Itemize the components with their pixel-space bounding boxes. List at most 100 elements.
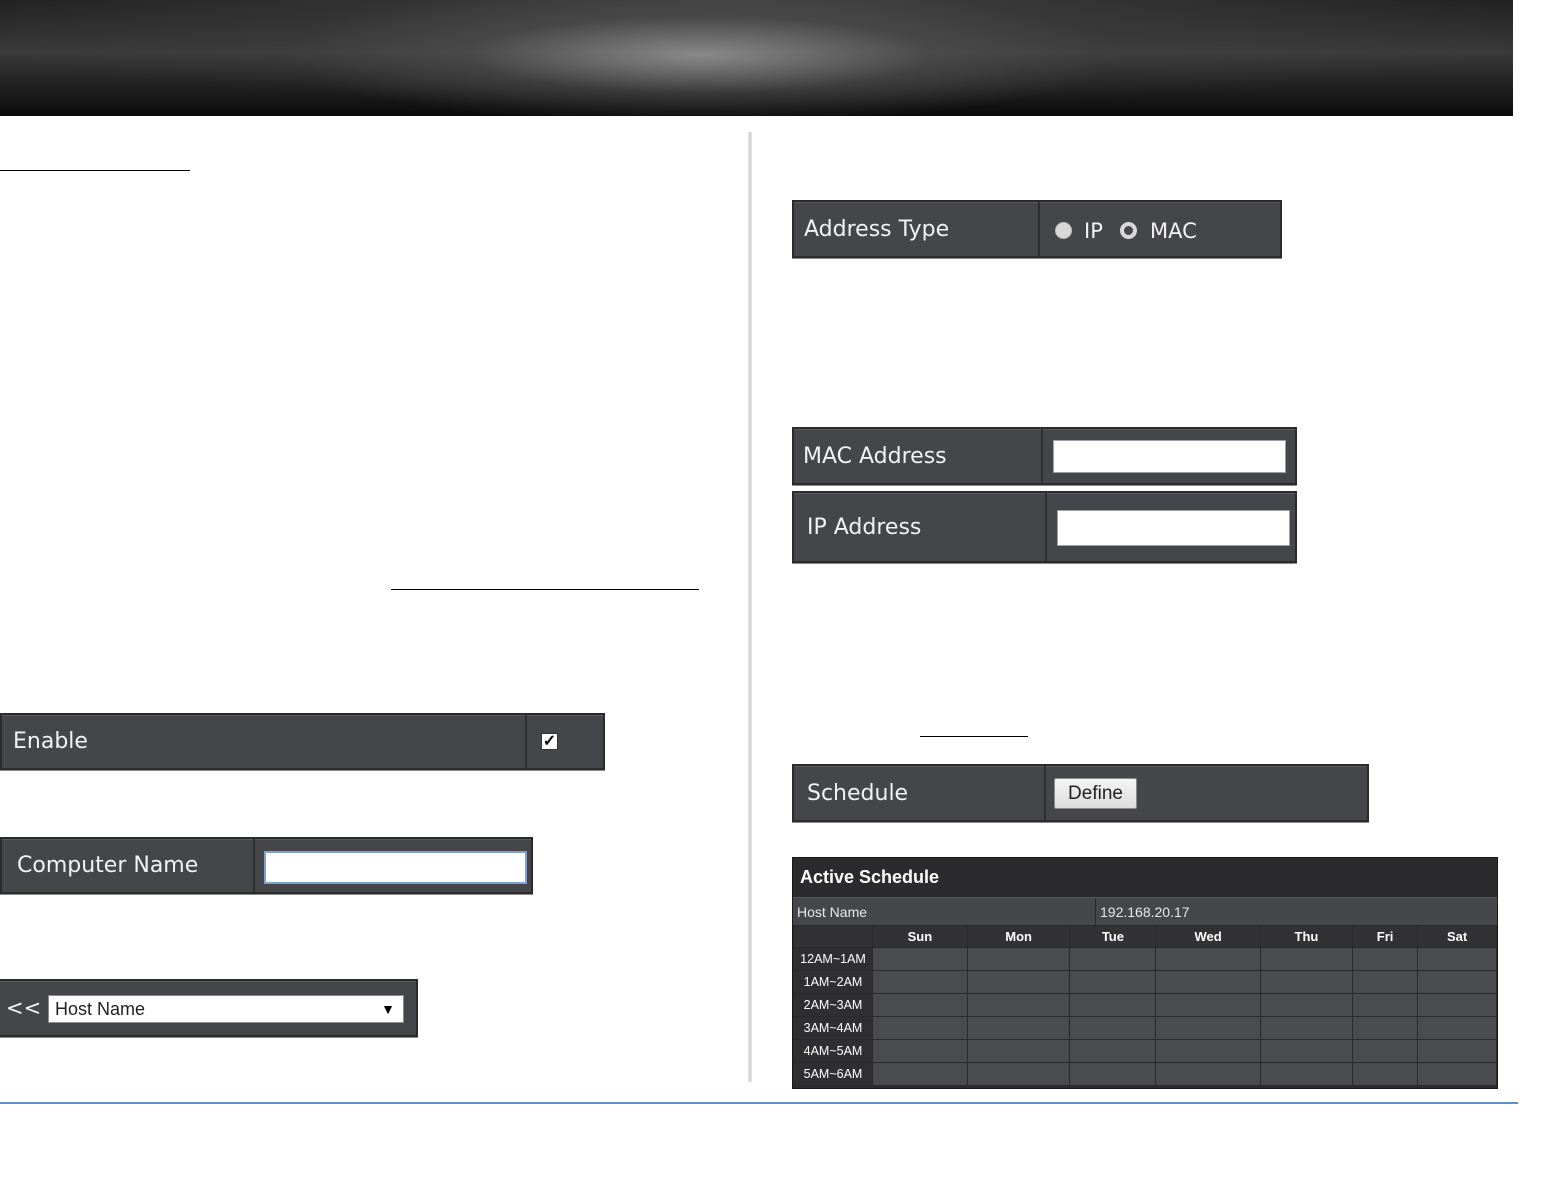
schedule-cell[interactable] [1155, 970, 1261, 994]
host-name-label: Host Name [797, 904, 868, 920]
radio-mac[interactable] [1120, 222, 1137, 239]
host-name-value: 192.168.20.17 [1100, 904, 1190, 920]
ip-address-row: IP Address [792, 491, 1297, 563]
day-header-thu: Thu [1259, 925, 1353, 948]
radio-ip[interactable] [1055, 222, 1072, 239]
mac-address-label: MAC Address [803, 443, 947, 469]
schedule-row: 3AM~4AM [793, 1016, 1497, 1040]
schedule-cell[interactable] [1351, 993, 1419, 1017]
header-banner [0, 0, 1513, 116]
schedule-cell[interactable] [1069, 947, 1157, 971]
schedule-cell[interactable] [1069, 1039, 1157, 1063]
schedule-label: Schedule [807, 780, 909, 806]
ip-address-label: IP Address [807, 514, 922, 540]
schedule-cell[interactable] [872, 1016, 968, 1040]
time-slot-label: 2AM~3AM [793, 993, 873, 1017]
time-slot-label: 3AM~4AM [793, 1016, 873, 1040]
schedule-cell[interactable] [1155, 1016, 1261, 1040]
schedule-cell[interactable] [1417, 993, 1497, 1017]
time-slot-label: 5AM~6AM [793, 1062, 873, 1086]
day-header-sun: Sun [872, 925, 968, 948]
schedule-cell[interactable] [1259, 970, 1353, 994]
corner-cell [793, 925, 873, 948]
time-slot-label: 1AM~2AM [793, 970, 873, 994]
schedule-row: 12AM~1AM [793, 947, 1497, 971]
schedule-cell[interactable] [1259, 993, 1353, 1017]
schedule-cell[interactable] [966, 947, 1071, 971]
schedule-cell[interactable] [1155, 1062, 1261, 1086]
schedule-row: 1AM~2AM [793, 970, 1497, 994]
schedule-cell[interactable] [872, 970, 968, 994]
schedule-cell[interactable] [1351, 1039, 1419, 1063]
day-header-fri: Fri [1351, 925, 1419, 948]
computer-name-label: Computer Name [17, 853, 199, 878]
schedule-cell[interactable] [1069, 1016, 1157, 1040]
schedule-cell[interactable] [1351, 947, 1419, 971]
define-button[interactable]: Define [1054, 778, 1137, 809]
schedule-cell[interactable] [1417, 970, 1497, 994]
schedule-cell[interactable] [1069, 1062, 1157, 1086]
column-divider [748, 132, 752, 1082]
schedule-cell[interactable] [1417, 947, 1497, 971]
host-select-prefix[interactable]: << [6, 981, 41, 1035]
computer-name-row: Computer Name [0, 837, 533, 894]
day-header-mon: Mon [966, 925, 1071, 948]
schedule-cell[interactable] [1259, 1016, 1353, 1040]
link-underline-right [920, 736, 1028, 737]
schedule-cell[interactable] [872, 993, 968, 1017]
schedule-cell[interactable] [966, 1062, 1071, 1086]
enable-label: Enable [13, 729, 88, 754]
schedule-row: 5AM~6AM [793, 1062, 1497, 1086]
ip-address-input[interactable] [1057, 510, 1290, 546]
schedule-cell[interactable] [872, 947, 968, 971]
schedule-cell[interactable] [1155, 1039, 1261, 1063]
schedule-cell[interactable] [1351, 1016, 1419, 1040]
time-slot-label: 4AM~5AM [793, 1039, 873, 1063]
host-name-select[interactable]: Host Name ▼ [48, 995, 404, 1023]
schedule-cell[interactable] [1351, 1062, 1419, 1086]
schedule-cell[interactable] [1417, 1062, 1497, 1086]
schedule-row: Schedule Define [792, 764, 1369, 822]
active-schedule-table: Active Schedule Host Name 192.168.20.17 … [792, 857, 1498, 1089]
enable-checkbox[interactable]: ✓ [541, 733, 558, 750]
chevron-down-icon: ▼ [381, 1001, 395, 1017]
schedule-cell[interactable] [966, 1039, 1071, 1063]
schedule-cell[interactable] [966, 1016, 1071, 1040]
host-select-row: << Host Name ▼ [0, 979, 418, 1037]
schedule-cell[interactable] [1069, 970, 1157, 994]
radio-ip-label: IP [1084, 219, 1103, 243]
schedule-cell[interactable] [1155, 993, 1261, 1017]
schedule-cell[interactable] [966, 970, 1071, 994]
radio-mac-label: MAC [1150, 219, 1197, 243]
schedule-row: 4AM~5AM [793, 1039, 1497, 1063]
address-type-row: Address Type IP MAC [792, 200, 1282, 258]
computer-name-input[interactable] [264, 851, 527, 884]
schedule-cell[interactable] [1417, 1039, 1497, 1063]
schedule-row: 2AM~3AM [793, 993, 1497, 1017]
time-slot-label: 12AM~1AM [793, 947, 873, 971]
schedule-cell[interactable] [872, 1062, 968, 1086]
schedule-cell[interactable] [872, 1039, 968, 1063]
mac-address-row: MAC Address [792, 427, 1297, 485]
section-underline [0, 170, 190, 171]
schedule-cell[interactable] [966, 993, 1071, 1017]
schedule-cell[interactable] [1259, 1062, 1353, 1086]
schedule-cell[interactable] [1259, 947, 1353, 971]
enable-row: Enable ✓ [0, 713, 605, 770]
schedule-cell[interactable] [1417, 1016, 1497, 1040]
schedule-grid: Sun Mon Tue Wed Thu Fri Sat 12AM~1AM 1AM~2AM 2AM… [793, 925, 1497, 1086]
mac-address-input[interactable] [1053, 440, 1286, 473]
host-name-select-value: Host Name [55, 998, 146, 1019]
day-header-wed: Wed [1155, 925, 1261, 948]
day-header-tue: Tue [1069, 925, 1157, 948]
schedule-cell[interactable] [1351, 970, 1419, 994]
active-schedule-title: Active Schedule [793, 858, 1497, 898]
day-header-sat: Sat [1417, 925, 1497, 948]
schedule-cell[interactable] [1259, 1039, 1353, 1063]
schedule-cell[interactable] [1155, 947, 1261, 971]
schedule-cell[interactable] [1069, 993, 1157, 1017]
host-name-row: Host Name 192.168.20.17 [793, 898, 1497, 925]
address-type-label: Address Type [804, 216, 950, 242]
link-underline [391, 589, 699, 590]
footer-line [0, 1102, 1518, 1104]
